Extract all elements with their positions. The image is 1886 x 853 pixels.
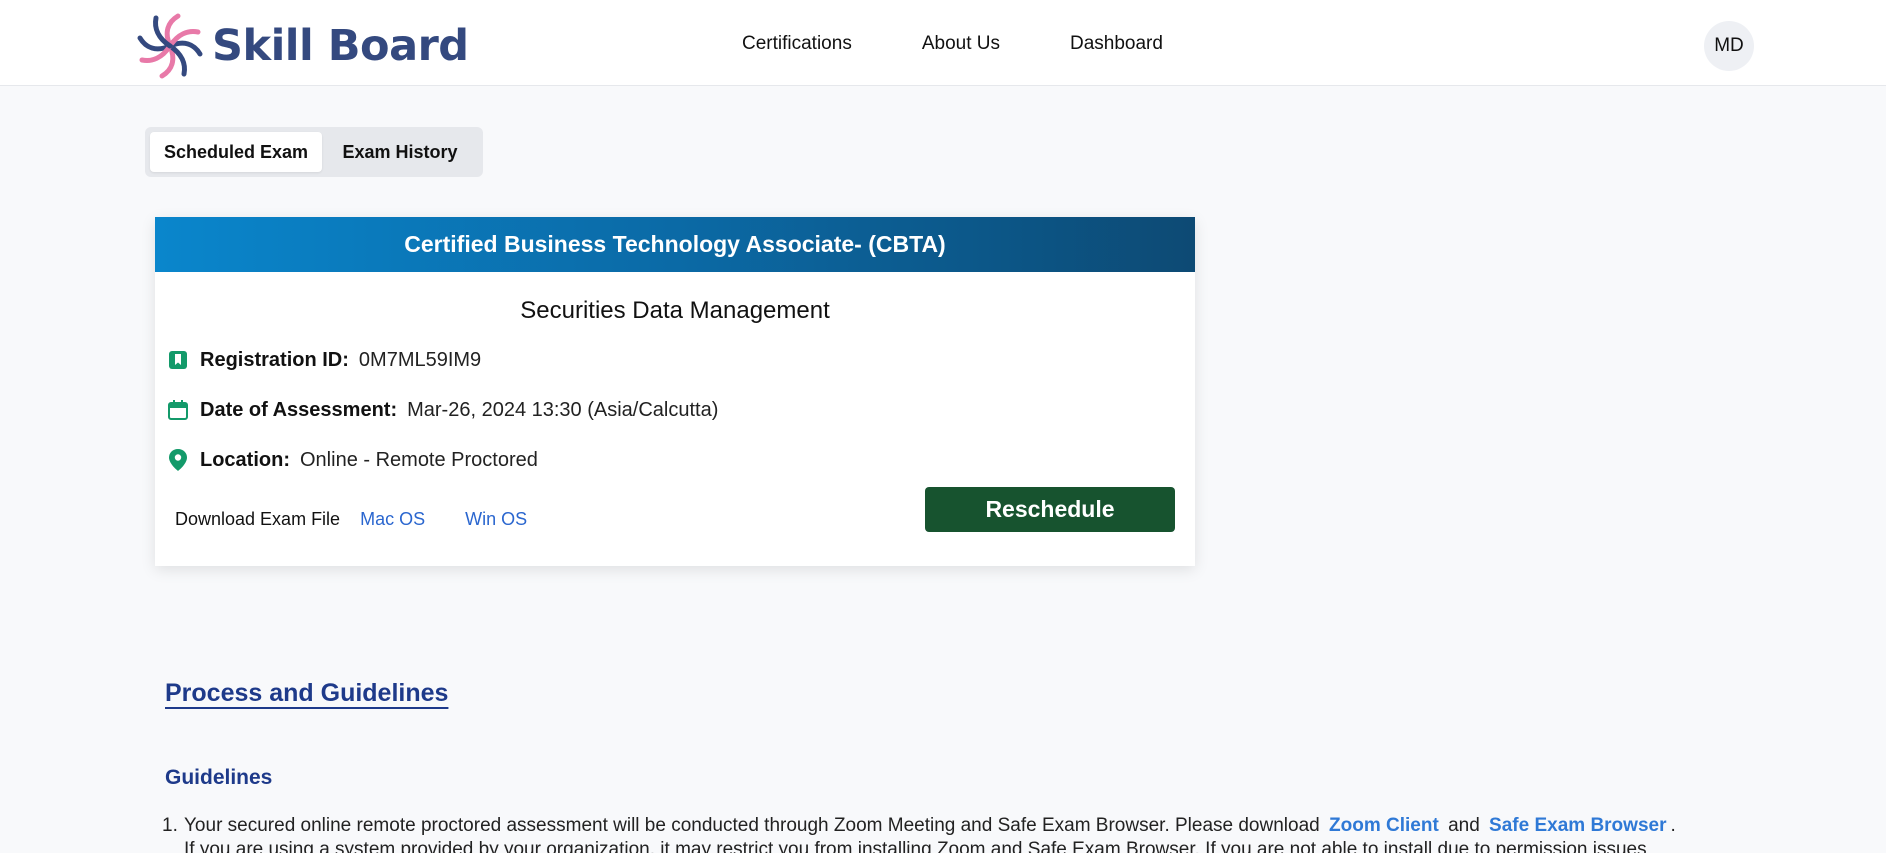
nav-certifications[interactable]: Certifications [742,33,852,55]
brand-logo[interactable]: Skill Board [134,10,469,82]
exam-subject: Securities Data Management [520,297,830,324]
bookmark-icon [167,348,189,372]
download-mac-link[interactable]: Mac OS [360,509,425,530]
registration-label: Registration ID: [200,348,349,371]
map-pin-icon [167,448,189,472]
tab-exam-history[interactable]: Exam History [322,132,478,172]
date-value: Mar-26, 2024 13:30 (Asia/Calcutta) [407,398,719,421]
registration-id: 0M7ML59IM9 [358,348,482,371]
top-header: Skill Board Certifications About Us Dash… [0,0,1886,86]
download-row: Download Exam File Mac OS Win OS [175,509,567,530]
download-win-link[interactable]: Win OS [465,509,527,530]
guidelines-heading: Guidelines [165,766,273,789]
brand-name: Skill Board [212,21,469,71]
location-row: Location: Online - Remote Proctored [167,448,538,472]
safe-exam-browser-link[interactable]: Safe Exam Browser [1489,815,1666,836]
reschedule-button[interactable]: Reschedule [925,487,1175,532]
calendar-icon [167,398,189,422]
main-nav: Certifications About Us Dashboard [742,33,1233,55]
guidelines-list: 1. Your secured online remote proctored a… [162,814,1722,853]
location-value: Online - Remote Proctored [300,448,538,471]
tab-scheduled-exam[interactable]: Scheduled Exam [150,132,322,172]
list-item: 1. Your secured online remote proctored a… [162,814,1722,838]
nav-dashboard[interactable]: Dashboard [1070,33,1163,55]
registration-row: Registration ID: 0M7ML59IM9 [167,348,481,372]
date-row: Date of Assessment: Mar-26, 2024 13:30 (… [167,398,718,422]
list-item-continuation: If you are using a system provided by yo… [184,839,1647,853]
zoom-client-link[interactable]: Zoom Client [1329,815,1439,836]
skillboard-logo-icon [137,13,203,79]
list-item-period: . [1670,815,1676,836]
location-label: Location: [200,448,290,471]
user-avatar[interactable]: MD [1704,21,1754,71]
date-label: Date of Assessment: [200,398,398,421]
exam-card: Certified Business Technology Associate-… [155,217,1195,566]
list-item-number: 1. [162,815,178,836]
nav-about-us[interactable]: About Us [922,33,1000,55]
exam-tabs: Scheduled Exam Exam History [145,127,483,177]
list-item-text: Your secured online remote proctored ass… [184,815,1320,836]
list-item-and: and [1448,815,1480,836]
certification-title: Certified Business Technology Associate-… [155,217,1195,272]
process-guidelines-heading[interactable]: Process and Guidelines [165,679,448,708]
download-label: Download Exam File [175,509,341,529]
